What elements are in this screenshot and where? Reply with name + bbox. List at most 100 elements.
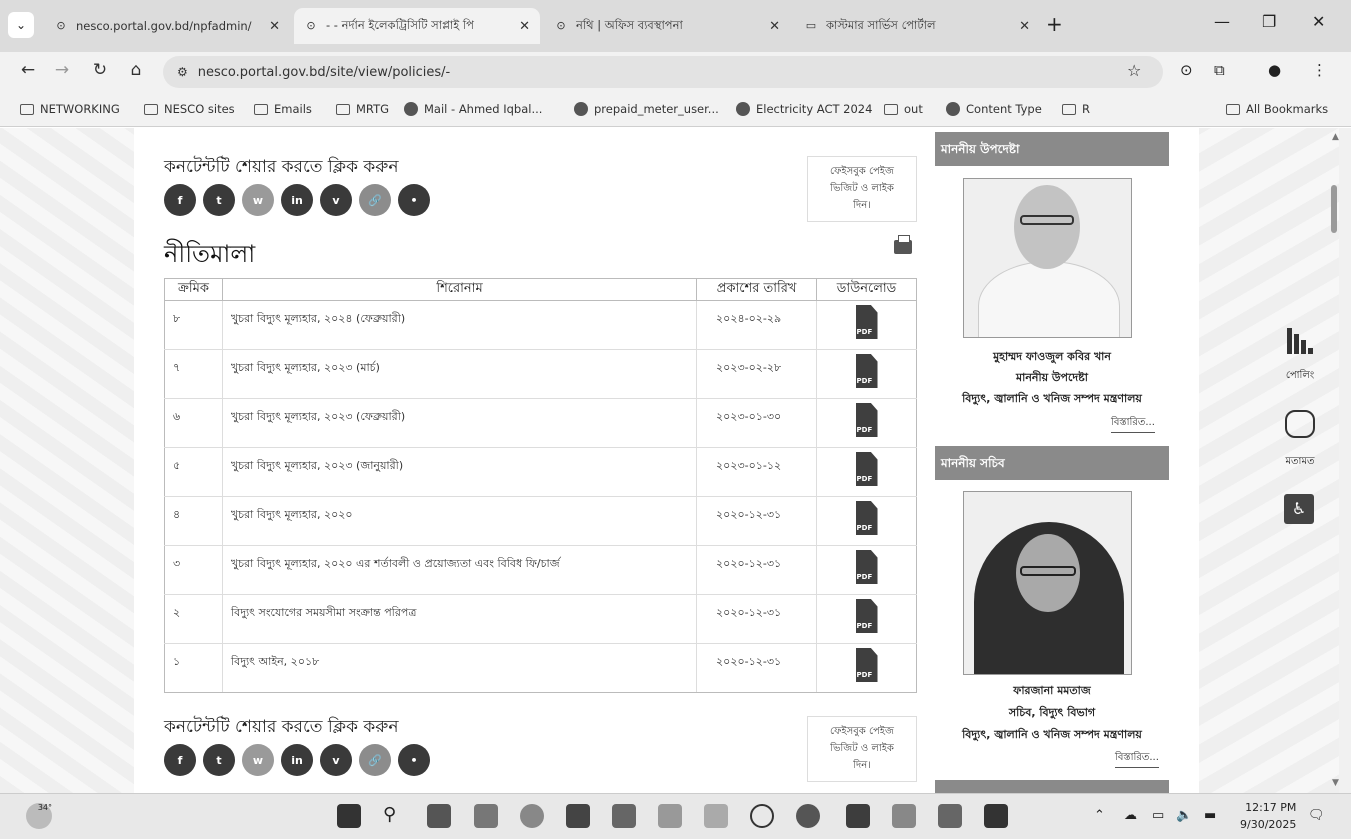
adviser-details-link[interactable]: বিস্তারিত... bbox=[1111, 415, 1155, 433]
link-icon[interactable]: 🔗 bbox=[359, 744, 391, 776]
scrollbar-thumb[interactable] bbox=[1331, 185, 1337, 233]
clock[interactable]: 12:17 PM 9/30/2025 bbox=[1240, 799, 1296, 833]
pdf-download-icon[interactable]: PDF bbox=[855, 648, 878, 682]
facebook-page-link[interactable]: ফেইসবুক পেইজ ভিজিট ও লাইক দিন। bbox=[807, 156, 917, 222]
bookmark-link[interactable]: Mail - Ahmed Iqbal... bbox=[404, 102, 542, 116]
title-link[interactable]: খুচরা বিদ্যুৎ মূল্যহার, ২০২০ এর শর্তাবলী… bbox=[221, 545, 697, 595]
reload-icon[interactable]: ↻ bbox=[88, 60, 112, 80]
title-link[interactable]: খুচরা বিদ্যুৎ মূল্যহার, ২০২৩ (মার্চ) bbox=[221, 349, 697, 399]
poll-widget[interactable]: পোলিং bbox=[1280, 326, 1320, 385]
remote-desktop-icon[interactable] bbox=[984, 804, 1008, 828]
restore-button[interactable]: ❐ bbox=[1262, 12, 1276, 31]
print-icon[interactable] bbox=[894, 235, 912, 254]
whatsapp-icon[interactable]: w bbox=[242, 744, 274, 776]
forward-arrow-icon[interactable]: → bbox=[50, 60, 74, 80]
title-link[interactable]: খুচরা বিদ্যুৎ মূল্যহার, ২০২৩ (ফেব্রুয়ার… bbox=[221, 398, 697, 448]
bookmark-folder[interactable]: NETWORKING bbox=[20, 102, 120, 116]
link-icon[interactable]: 🔗 bbox=[359, 184, 391, 216]
bookmark-star-icon[interactable]: ☆ bbox=[1127, 61, 1141, 80]
battery-icon[interactable]: ▬ bbox=[1204, 808, 1216, 823]
search-icon[interactable]: ⚲ bbox=[383, 804, 407, 828]
all-bookmarks-folder[interactable]: All Bookmarks bbox=[1226, 102, 1328, 116]
close-icon[interactable]: ✕ bbox=[1019, 19, 1030, 34]
close-icon[interactable]: ✕ bbox=[519, 19, 530, 34]
bookmark-link[interactable]: Electricity ACT 2024 bbox=[736, 102, 872, 116]
accessibility-icon[interactable]: ♿ bbox=[1284, 494, 1314, 524]
new-tab-button[interactable]: + bbox=[1046, 12, 1063, 36]
close-window-button[interactable]: ✕ bbox=[1312, 12, 1325, 31]
close-icon[interactable]: ✕ bbox=[769, 19, 780, 34]
twitter-icon[interactable]: t bbox=[203, 744, 235, 776]
bookmark-folder[interactable]: MRTG bbox=[336, 102, 389, 116]
feedback-widget[interactable]: মতামত bbox=[1280, 410, 1320, 471]
start-windows-icon[interactable] bbox=[337, 804, 361, 828]
puzzle-icon[interactable]: ⧉ bbox=[1214, 61, 1225, 79]
linkedin-icon[interactable]: in bbox=[281, 744, 313, 776]
chrome-profile-icon[interactable] bbox=[796, 804, 820, 828]
menu-dots-icon[interactable]: ⋮ bbox=[1312, 61, 1327, 79]
app-icon[interactable] bbox=[658, 804, 682, 828]
title-link[interactable]: বিদ্যুৎ সংযোগের সময়সীমা সংক্রান্ত পরিপত… bbox=[221, 594, 697, 644]
weather-widget[interactable]: 34° bbox=[26, 803, 52, 829]
extension-icon[interactable]: ⊙ bbox=[1180, 61, 1193, 79]
tab-nesco-policies[interactable]: ⊙ - - নর্দান ইলেকট্রিসিটি সাপ্লাই পি ✕ bbox=[294, 8, 540, 44]
store-icon[interactable] bbox=[566, 804, 590, 828]
tab-nothi[interactable]: ⊙ নথি | অফিস ব্যবস্থাপনা ✕ bbox=[544, 8, 790, 44]
home-icon[interactable]: ⌂ bbox=[124, 60, 148, 80]
pdf-download-icon[interactable]: PDF bbox=[855, 501, 878, 535]
pdf-download-icon[interactable]: PDF bbox=[855, 305, 878, 339]
bookmark-folder[interactable]: NESCO sites bbox=[144, 102, 235, 116]
scrollbar-track[interactable] bbox=[1339, 128, 1351, 793]
title-link[interactable]: বিদ্যুৎ আইন, ২০১৮ bbox=[221, 643, 697, 693]
bookmark-link[interactable]: Content Type bbox=[946, 102, 1042, 116]
word-icon[interactable] bbox=[846, 804, 870, 828]
facebook-icon[interactable]: f bbox=[164, 184, 196, 216]
whatsapp-icon[interactable]: w bbox=[242, 184, 274, 216]
title-link[interactable]: খুচরা বিদ্যুৎ মূল্যহার, ২০২০ bbox=[221, 496, 697, 546]
title-link[interactable]: খুচরা বিদ্যুৎ মূল্যহার, ২০২৩ (জানুয়ারী) bbox=[221, 447, 697, 497]
viber-icon[interactable]: v bbox=[320, 744, 352, 776]
more-share-icon[interactable]: • bbox=[398, 744, 430, 776]
display-icon[interactable]: ▭ bbox=[1152, 808, 1164, 823]
speaker-icon[interactable]: 🔈 bbox=[1176, 808, 1192, 823]
url-field[interactable]: ⚙ nesco.portal.gov.bd/site/view/policies… bbox=[163, 56, 1163, 88]
close-icon[interactable]: ✕ bbox=[269, 19, 280, 34]
title-link[interactable]: খুচরা বিদ্যুৎ মূল্যহার, ২০২৪ (ফেব্রুয়ার… bbox=[221, 300, 697, 350]
twitter-icon[interactable]: t bbox=[203, 184, 235, 216]
more-share-icon[interactable]: • bbox=[398, 184, 430, 216]
tab-search-button[interactable]: ⌄ bbox=[8, 12, 34, 38]
calculator-icon[interactable] bbox=[892, 804, 916, 828]
tab-customer-service[interactable]: ▭ কাস্টমার সার্ভিস পোর্টাল ✕ bbox=[794, 8, 1040, 44]
back-arrow-icon[interactable]: ← bbox=[16, 60, 40, 80]
notification-icon[interactable]: 🗨 bbox=[1308, 808, 1325, 823]
profile-avatar[interactable]: ● bbox=[1268, 61, 1281, 79]
facebook-page-link-bottom[interactable]: ফেইসবুক পেইজ ভিজিট ও লাইক দিন। bbox=[807, 716, 917, 782]
task-view-icon[interactable] bbox=[427, 804, 451, 828]
whatsapp-icon[interactable] bbox=[750, 804, 774, 828]
cloud-icon[interactable]: ☁ bbox=[1124, 808, 1137, 823]
pdf-download-icon[interactable]: PDF bbox=[855, 354, 878, 388]
file-explorer-icon[interactable] bbox=[474, 804, 498, 828]
app-icon[interactable] bbox=[704, 804, 728, 828]
pdf-download-icon[interactable]: PDF bbox=[855, 452, 878, 486]
bookmark-link[interactable]: prepaid_meter_user... bbox=[574, 102, 719, 116]
linkedin-icon[interactable]: in bbox=[281, 184, 313, 216]
chevron-up-icon[interactable]: ⌃ bbox=[1094, 808, 1105, 823]
chrome-icon[interactable] bbox=[520, 804, 544, 828]
bookmark-folder[interactable]: Emails bbox=[254, 102, 312, 116]
pdf-download-icon[interactable]: PDF bbox=[855, 599, 878, 633]
secretary-details-link[interactable]: বিস্তারিত... bbox=[1115, 750, 1159, 768]
network-app-icon[interactable] bbox=[612, 804, 636, 828]
scroll-up-arrow-icon[interactable]: ▲ bbox=[1332, 132, 1339, 142]
bookmark-folder[interactable]: out bbox=[884, 102, 923, 116]
viber-icon[interactable]: v bbox=[320, 184, 352, 216]
tab-npfadmin[interactable]: ⊙ nesco.portal.gov.bd/npfadmin/ ✕ bbox=[44, 8, 290, 44]
bookmark-folder[interactable]: R bbox=[1062, 102, 1090, 116]
site-info-icon[interactable]: ⚙ bbox=[177, 65, 188, 79]
scroll-down-arrow-icon[interactable]: ▼ bbox=[1332, 778, 1339, 788]
minimize-button[interactable]: — bbox=[1214, 12, 1230, 31]
pdf-download-icon[interactable]: PDF bbox=[855, 403, 878, 437]
facebook-icon[interactable]: f bbox=[164, 744, 196, 776]
notepad-icon[interactable] bbox=[938, 804, 962, 828]
pdf-download-icon[interactable]: PDF bbox=[855, 550, 878, 584]
